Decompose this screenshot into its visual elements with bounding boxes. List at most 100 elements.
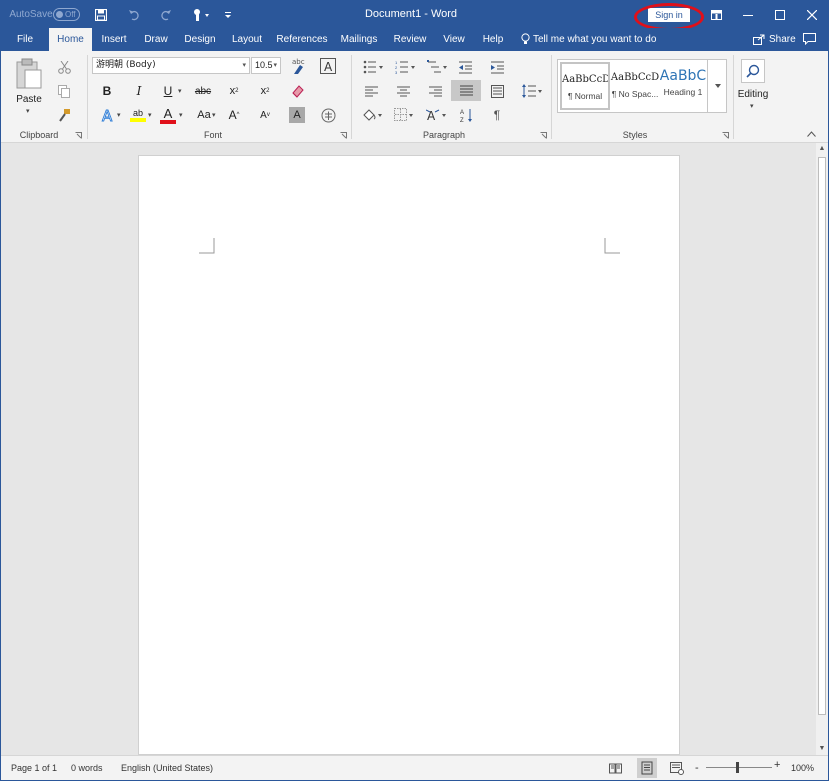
align-left-button[interactable] [363,83,379,99]
share-button[interactable]: Share [753,28,796,51]
text-highlight-color-button[interactable]: ab [128,106,148,124]
text-effects-box-button[interactable]: A [319,57,337,75]
font-name-combobox[interactable]: 游明朝 (Body) ▾ [92,57,250,74]
copy-button[interactable] [56,83,72,99]
style-normal-sample: AaBbCcD [562,74,610,85]
tab-view[interactable]: View [438,28,470,51]
editing-dropdown-arrow[interactable]: ▾ [750,102,754,110]
change-case-button[interactable]: Aa [194,107,214,123]
maximize-button[interactable] [773,1,787,28]
customize-qat-button[interactable] [222,1,234,28]
text-effects-dropdown-arrow[interactable]: ▾ [117,111,121,119]
zoom-slider[interactable] [706,767,772,768]
tab-help[interactable]: Help [478,28,508,51]
increase-indent-button[interactable] [488,59,506,75]
text-highlight-eraser-button[interactable] [290,83,306,99]
strikethrough-button[interactable]: abc [193,83,213,99]
tab-file[interactable]: File [9,28,41,51]
read-mode-button[interactable] [607,760,623,776]
style-normal[interactable]: AaBbCcD ¶ Normal [560,62,610,110]
styles-dialog-launcher-icon[interactable] [722,132,729,139]
tab-insert[interactable]: Insert [97,28,131,51]
sort-button[interactable]: AZ [458,106,476,124]
sign-in-button[interactable]: Sign in [648,8,690,22]
multilevel-list-button[interactable] [426,59,448,75]
shrink-font-button[interactable]: Av [257,107,273,123]
underline-dropdown-arrow[interactable]: ▾ [178,87,182,95]
borders-button[interactable] [393,106,415,124]
clipboard-dialog-launcher-icon[interactable] [75,132,82,139]
editing-label: Editing [737,89,769,100]
paste-button[interactable] [13,57,45,91]
tell-me-search[interactable]: Tell me what you want to do [521,28,656,51]
tab-home[interactable]: Home [49,28,92,51]
change-case-dropdown-arrow[interactable]: ▾ [212,111,216,119]
tab-draw[interactable]: Draw [140,28,172,51]
bullets-button[interactable] [362,59,384,75]
highlight-dropdown-arrow[interactable]: ▾ [148,111,152,119]
vertical-scrollbar[interactable]: ▲ ▼ [816,143,828,755]
style-heading-1[interactable]: AaBbC Heading 1 [658,62,708,110]
zoom-out-button[interactable]: - [695,756,699,780]
shrink-font-label: A [260,109,267,121]
enclose-characters-button[interactable] [319,106,337,124]
font-dialog-launcher-icon[interactable] [340,132,347,139]
clear-formatting-button[interactable]: abc [290,56,306,76]
page-count-status[interactable]: Page 1 of 1 [11,756,57,780]
paragraph-dialog-launcher-icon[interactable] [540,132,547,139]
scroll-thumb[interactable] [818,157,826,715]
tab-mailings[interactable]: Mailings [337,28,381,51]
align-center-button[interactable] [395,83,411,99]
character-shading-button[interactable]: A [289,107,305,123]
bold-button[interactable]: B [99,83,115,99]
touch-mode-button[interactable] [189,1,213,28]
subscript-button[interactable]: x2 [226,83,242,99]
tab-design[interactable]: Design [180,28,220,51]
shading-button[interactable] [361,106,383,124]
font-size-combobox[interactable]: 10.5 ▾ [251,57,281,74]
language-status[interactable]: English (United States) [121,756,213,780]
numbering-button[interactable]: 123 [394,59,416,75]
styles-more-button[interactable] [707,59,727,113]
distributed-button[interactable] [489,83,505,99]
ribbon-display-options-button[interactable] [709,1,723,28]
tab-review[interactable]: Review [390,28,430,51]
minimize-button[interactable] [741,1,755,28]
grow-font-button[interactable]: A ^ [226,107,242,123]
line-spacing-button[interactable] [521,82,543,100]
style-no-spacing[interactable]: AaBbCcD ¶ No Spac... [610,62,660,110]
tab-layout[interactable]: Layout [228,28,266,51]
zoom-level[interactable]: 100% [791,756,814,780]
zoom-slider-thumb[interactable] [736,762,739,773]
cut-button[interactable] [56,59,72,75]
align-right-button[interactable] [427,83,443,99]
undo-button[interactable] [126,1,142,28]
font-color-button[interactable]: A [159,106,177,124]
show-hide-marks-button[interactable]: ¶ [489,106,505,124]
decrease-indent-button[interactable] [456,59,474,75]
scroll-up-icon[interactable]: ▲ [816,143,828,155]
collapse-ribbon-button[interactable] [807,129,816,140]
autosave-toggle[interactable]: Off [53,8,80,21]
save-button[interactable] [93,1,109,28]
font-color-dropdown-arrow[interactable]: ▾ [179,111,183,119]
close-button[interactable] [805,1,819,28]
paste-dropdown-arrow[interactable]: ▾ [26,107,30,115]
format-painter-button[interactable] [56,107,72,123]
underline-button[interactable]: U [160,83,176,99]
editing-button[interactable] [741,59,765,83]
text-effects-button[interactable]: A [99,107,119,123]
italic-button[interactable]: I [131,83,147,99]
comments-button[interactable] [803,33,816,48]
document-page[interactable] [138,155,680,755]
tab-references[interactable]: References [274,28,330,51]
zoom-in-button[interactable]: + [774,753,780,777]
superscript-button[interactable]: x2 [257,83,273,99]
justify-button[interactable] [451,80,481,101]
word-count-status[interactable]: 0 words [71,756,103,780]
web-layout-button[interactable] [669,760,685,776]
asian-layout-button[interactable]: A [425,106,447,124]
redo-button[interactable] [158,1,174,28]
scroll-down-icon[interactable]: ▼ [816,743,828,755]
print-layout-button[interactable] [637,758,657,778]
